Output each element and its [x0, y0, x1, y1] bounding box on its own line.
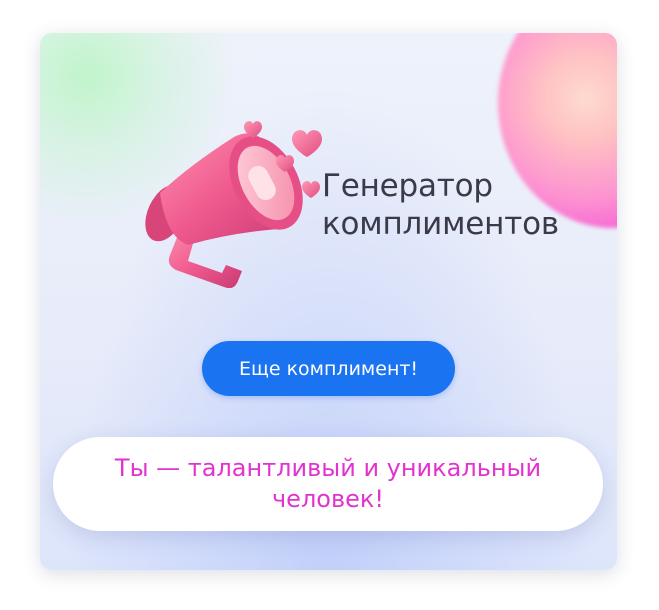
compliment-display: Ты — талантливый и уникальный человек!: [53, 437, 603, 531]
app-title-line1: Генератор: [322, 168, 493, 204]
app-title-line2: комплиментов: [322, 206, 559, 242]
app-title: Генератор комплиментов: [322, 167, 559, 243]
compliment-generator-card: Генератор комплиментов Еще комплимент! Т…: [40, 33, 617, 570]
next-compliment-button[interactable]: Еще комплимент!: [202, 341, 455, 396]
megaphone-with-hearts-icon: [145, 121, 322, 289]
compliment-text: Ты — талантливый и уникальный человек!: [114, 454, 542, 513]
